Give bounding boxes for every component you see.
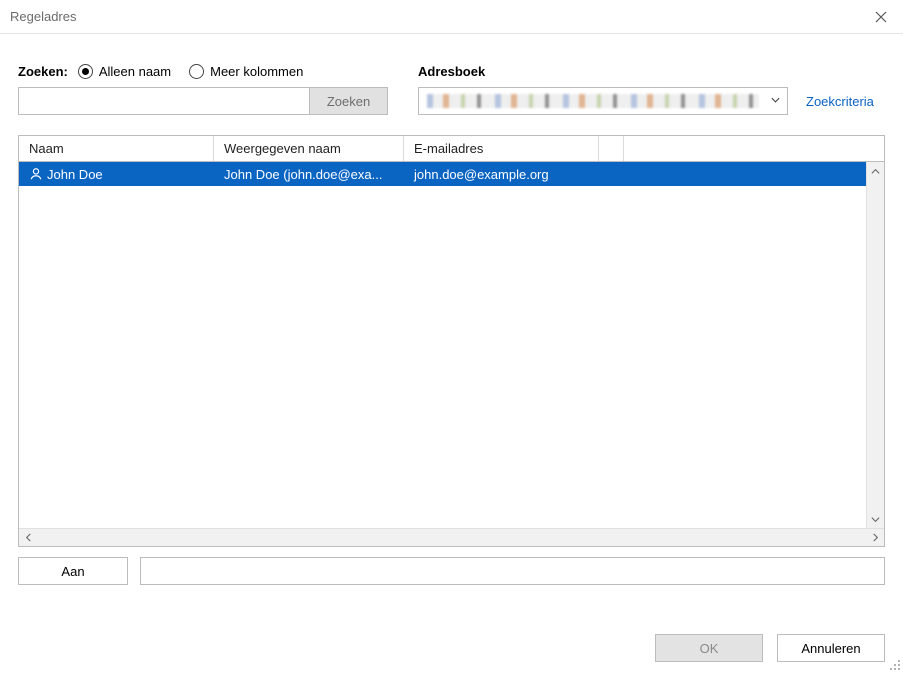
vertical-scrollbar[interactable] bbox=[866, 162, 884, 528]
horizontal-scrollbar[interactable] bbox=[19, 528, 884, 546]
table-row[interactable]: John Doe John Doe (john.doe@exa... john.… bbox=[19, 162, 884, 186]
cell-name: John Doe bbox=[47, 167, 103, 182]
window-title: Regeladres bbox=[10, 9, 77, 24]
addressbook-selected-obscured bbox=[427, 94, 759, 108]
chevron-down-icon bbox=[770, 94, 781, 109]
column-header-empty-1[interactable] bbox=[599, 136, 624, 161]
column-header-display-name[interactable]: Weergegeven naam bbox=[214, 136, 404, 161]
addressbook-dropdown[interactable] bbox=[418, 87, 788, 115]
search-label: Zoeken: bbox=[18, 64, 68, 79]
close-icon[interactable] bbox=[869, 5, 893, 29]
radio-only-name-label: Alleen naam bbox=[99, 64, 171, 79]
column-header-empty-2[interactable] bbox=[624, 136, 884, 161]
cell-email: john.doe@example.org bbox=[408, 167, 884, 182]
column-header-email[interactable]: E-mailadres bbox=[404, 136, 599, 161]
cancel-button[interactable]: Annuleren bbox=[777, 634, 885, 662]
search-button[interactable]: Zoeken bbox=[310, 87, 388, 115]
radio-more-columns-label: Meer kolommen bbox=[210, 64, 303, 79]
scroll-right-icon[interactable] bbox=[866, 532, 884, 543]
resize-grip-icon[interactable] bbox=[887, 657, 901, 674]
person-icon bbox=[29, 167, 43, 181]
column-header-name[interactable]: Naam bbox=[19, 136, 214, 161]
radio-only-name[interactable]: Alleen naam bbox=[78, 64, 171, 79]
radio-more-columns[interactable]: Meer kolommen bbox=[189, 64, 303, 79]
scroll-up-icon[interactable] bbox=[867, 162, 884, 180]
search-input[interactable] bbox=[18, 87, 310, 115]
addressbook-label: Adresboek bbox=[418, 64, 485, 79]
results-table: Naam Weergegeven naam E-mailadres John D… bbox=[18, 135, 885, 547]
search-criteria-link[interactable]: Zoekcriteria bbox=[806, 94, 874, 109]
to-input[interactable] bbox=[140, 557, 885, 585]
title-bar: Regeladres bbox=[0, 0, 903, 34]
dialog-content: Zoeken: Alleen naam Meer kolommen Zoeken bbox=[0, 34, 903, 601]
scroll-left-icon[interactable] bbox=[19, 532, 37, 543]
ok-button[interactable]: OK bbox=[655, 634, 763, 662]
cell-display-name: John Doe (john.doe@exa... bbox=[218, 167, 408, 182]
to-button[interactable]: Aan bbox=[18, 557, 128, 585]
scroll-down-icon[interactable] bbox=[867, 510, 884, 528]
